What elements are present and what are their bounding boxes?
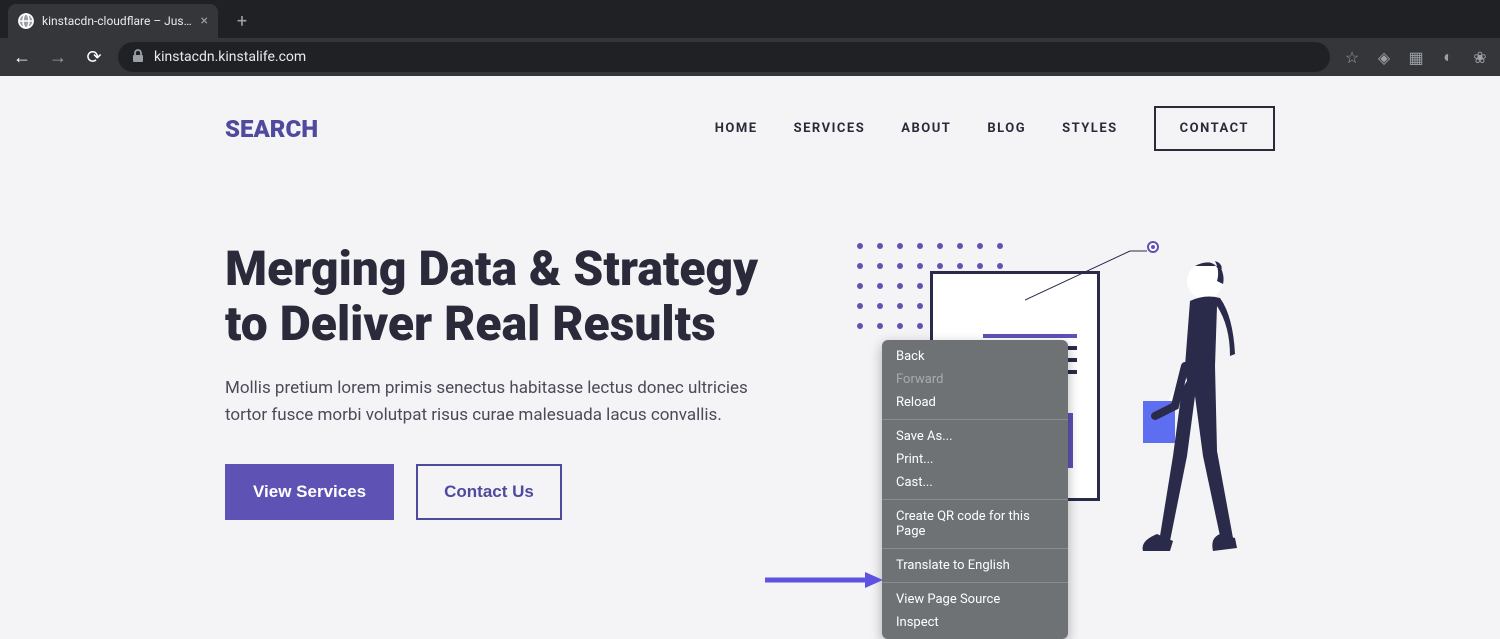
menu-view-source[interactable]: View Page Source [882,588,1068,611]
tab-title: kinstacdn-cloudflare – Just an... [42,14,193,28]
menu-separator [882,582,1068,583]
extension-icon-4[interactable]: ❀ [1470,47,1490,67]
menu-save-as[interactable]: Save As... [882,425,1068,448]
contact-us-button[interactable]: Contact Us [416,464,562,520]
new-tab-button[interactable]: + [228,7,256,35]
menu-inspect[interactable]: Inspect [882,611,1068,634]
menu-qr-code[interactable]: Create QR code for this Page [882,505,1068,543]
extension-icon-3[interactable]: ◐ [1438,47,1458,67]
nav-home[interactable]: HOME [715,121,758,136]
nav-blog[interactable]: BLOG [987,121,1026,136]
menu-separator [882,419,1068,420]
menu-reload[interactable]: Reload [882,391,1068,414]
url-text: kinstacdn.kinstalife.com [154,49,306,65]
forward-button[interactable]: → [46,47,70,68]
connector-dot-icon [1147,241,1159,253]
context-menu: Back Forward Reload Save As... Print... … [882,340,1068,639]
view-services-button[interactable]: View Services [225,464,394,520]
site-logo[interactable]: SEARCH [225,115,318,143]
tab-bar: kinstacdn-cloudflare – Just an... × + [0,0,1500,38]
browser-tab[interactable]: kinstacdn-cloudflare – Just an... × [8,4,218,38]
nav-about[interactable]: ABOUT [901,121,951,136]
arrow-annotation-icon [765,570,883,590]
hero-section: Merging Data & Strategy to Deliver Real … [225,241,1275,581]
reload-button[interactable]: ⟳ [82,47,106,68]
menu-print[interactable]: Print... [882,448,1068,471]
nav-services[interactable]: SERVICES [794,121,866,136]
menu-separator [882,499,1068,500]
main-nav: HOME SERVICES ABOUT BLOG STYLES CONTACT [715,106,1275,151]
star-icon[interactable]: ☆ [1342,47,1362,67]
menu-back[interactable]: Back [882,345,1068,368]
menu-cast[interactable]: Cast... [882,471,1068,494]
extension-icon-1[interactable]: ◈ [1374,47,1394,67]
browser-toolbar: ← → ⟳ kinstacdn.kinstalife.com ☆ ◈ ▦ ◐ ❀ [0,38,1500,76]
hero-title: Merging Data & Strategy to Deliver Real … [225,241,785,351]
lock-icon [132,49,144,66]
globe-icon [18,13,34,29]
back-button[interactable]: ← [10,47,34,68]
person-walking-icon [1135,256,1265,566]
menu-separator [882,548,1068,549]
nav-contact[interactable]: CONTACT [1154,106,1275,151]
extension-icon-2[interactable]: ▦ [1406,47,1426,67]
hero-description: Mollis pretium lorem primis senectus hab… [225,375,785,428]
tab-close-icon[interactable]: × [201,13,208,29]
menu-translate[interactable]: Translate to English [882,554,1068,577]
address-bar[interactable]: kinstacdn.kinstalife.com [118,42,1330,72]
site-header: SEARCH HOME SERVICES ABOUT BLOG STYLES C… [225,106,1275,151]
menu-forward: Forward [882,368,1068,391]
nav-styles[interactable]: STYLES [1062,121,1118,136]
